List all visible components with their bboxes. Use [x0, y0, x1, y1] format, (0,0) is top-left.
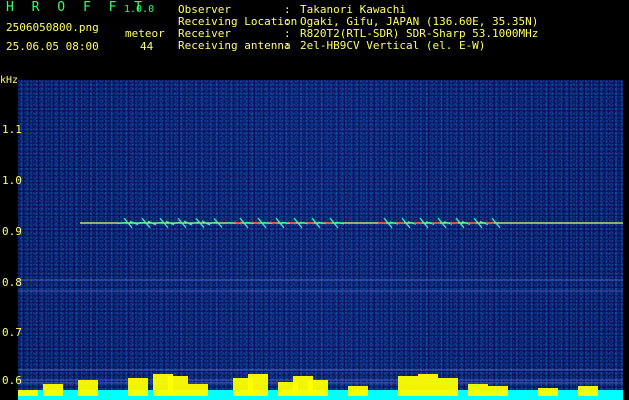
timestamp: 25.06.05 08:00 [6, 40, 99, 53]
y-tick-label: 0.6 [2, 374, 22, 387]
y-tick-label: 1.1 [2, 123, 22, 136]
activity-peak [438, 378, 458, 396]
activity-peak [168, 376, 188, 396]
activity-peak [128, 378, 148, 396]
activity-peak [488, 386, 508, 396]
spectrogram-plot [18, 217, 623, 400]
y-unit-label: kHz [0, 75, 19, 86]
antenna-label: Receiving antenna [178, 39, 291, 52]
antenna-colon: : [284, 39, 291, 52]
app-version: 1.0.0 [124, 4, 155, 15]
meteor-label: meteor [125, 27, 165, 40]
y-tick-label: 0.8 [2, 276, 22, 289]
activity-peak [468, 384, 488, 396]
meteor-streak [153, 221, 163, 225]
activity-peak [538, 388, 558, 396]
y-tick-label: 0.9 [2, 225, 22, 238]
activity-peak [78, 380, 98, 396]
meteor-streak [135, 221, 145, 225]
antenna-value: 2el-HB9CV Vertical (el. E-W) [300, 39, 486, 52]
file-name: 2506050800.png [6, 21, 99, 34]
header-panel: H R O F F T 1.0.0 2506050800.png 25.06.0… [0, 0, 629, 70]
activity-peak [418, 374, 438, 396]
y-tick-label: 0.7 [2, 326, 22, 339]
activity-peak [308, 380, 328, 396]
activity-peak [578, 386, 598, 396]
activity-peak [43, 384, 63, 396]
meteor-streak [323, 221, 333, 225]
activity-peak [248, 374, 268, 396]
activity-peak [18, 390, 38, 396]
meteor-streak [171, 221, 181, 225]
activity-peak [348, 386, 368, 396]
meteor-streak [117, 221, 127, 225]
activity-peak [188, 384, 208, 396]
meteor-count: 44 [140, 40, 154, 53]
activity-peak [398, 376, 418, 396]
meteor-streak [305, 221, 315, 225]
meteor-streak [485, 222, 495, 224]
y-tick-label: 1.0 [2, 174, 22, 187]
spectrogram [18, 80, 623, 400]
